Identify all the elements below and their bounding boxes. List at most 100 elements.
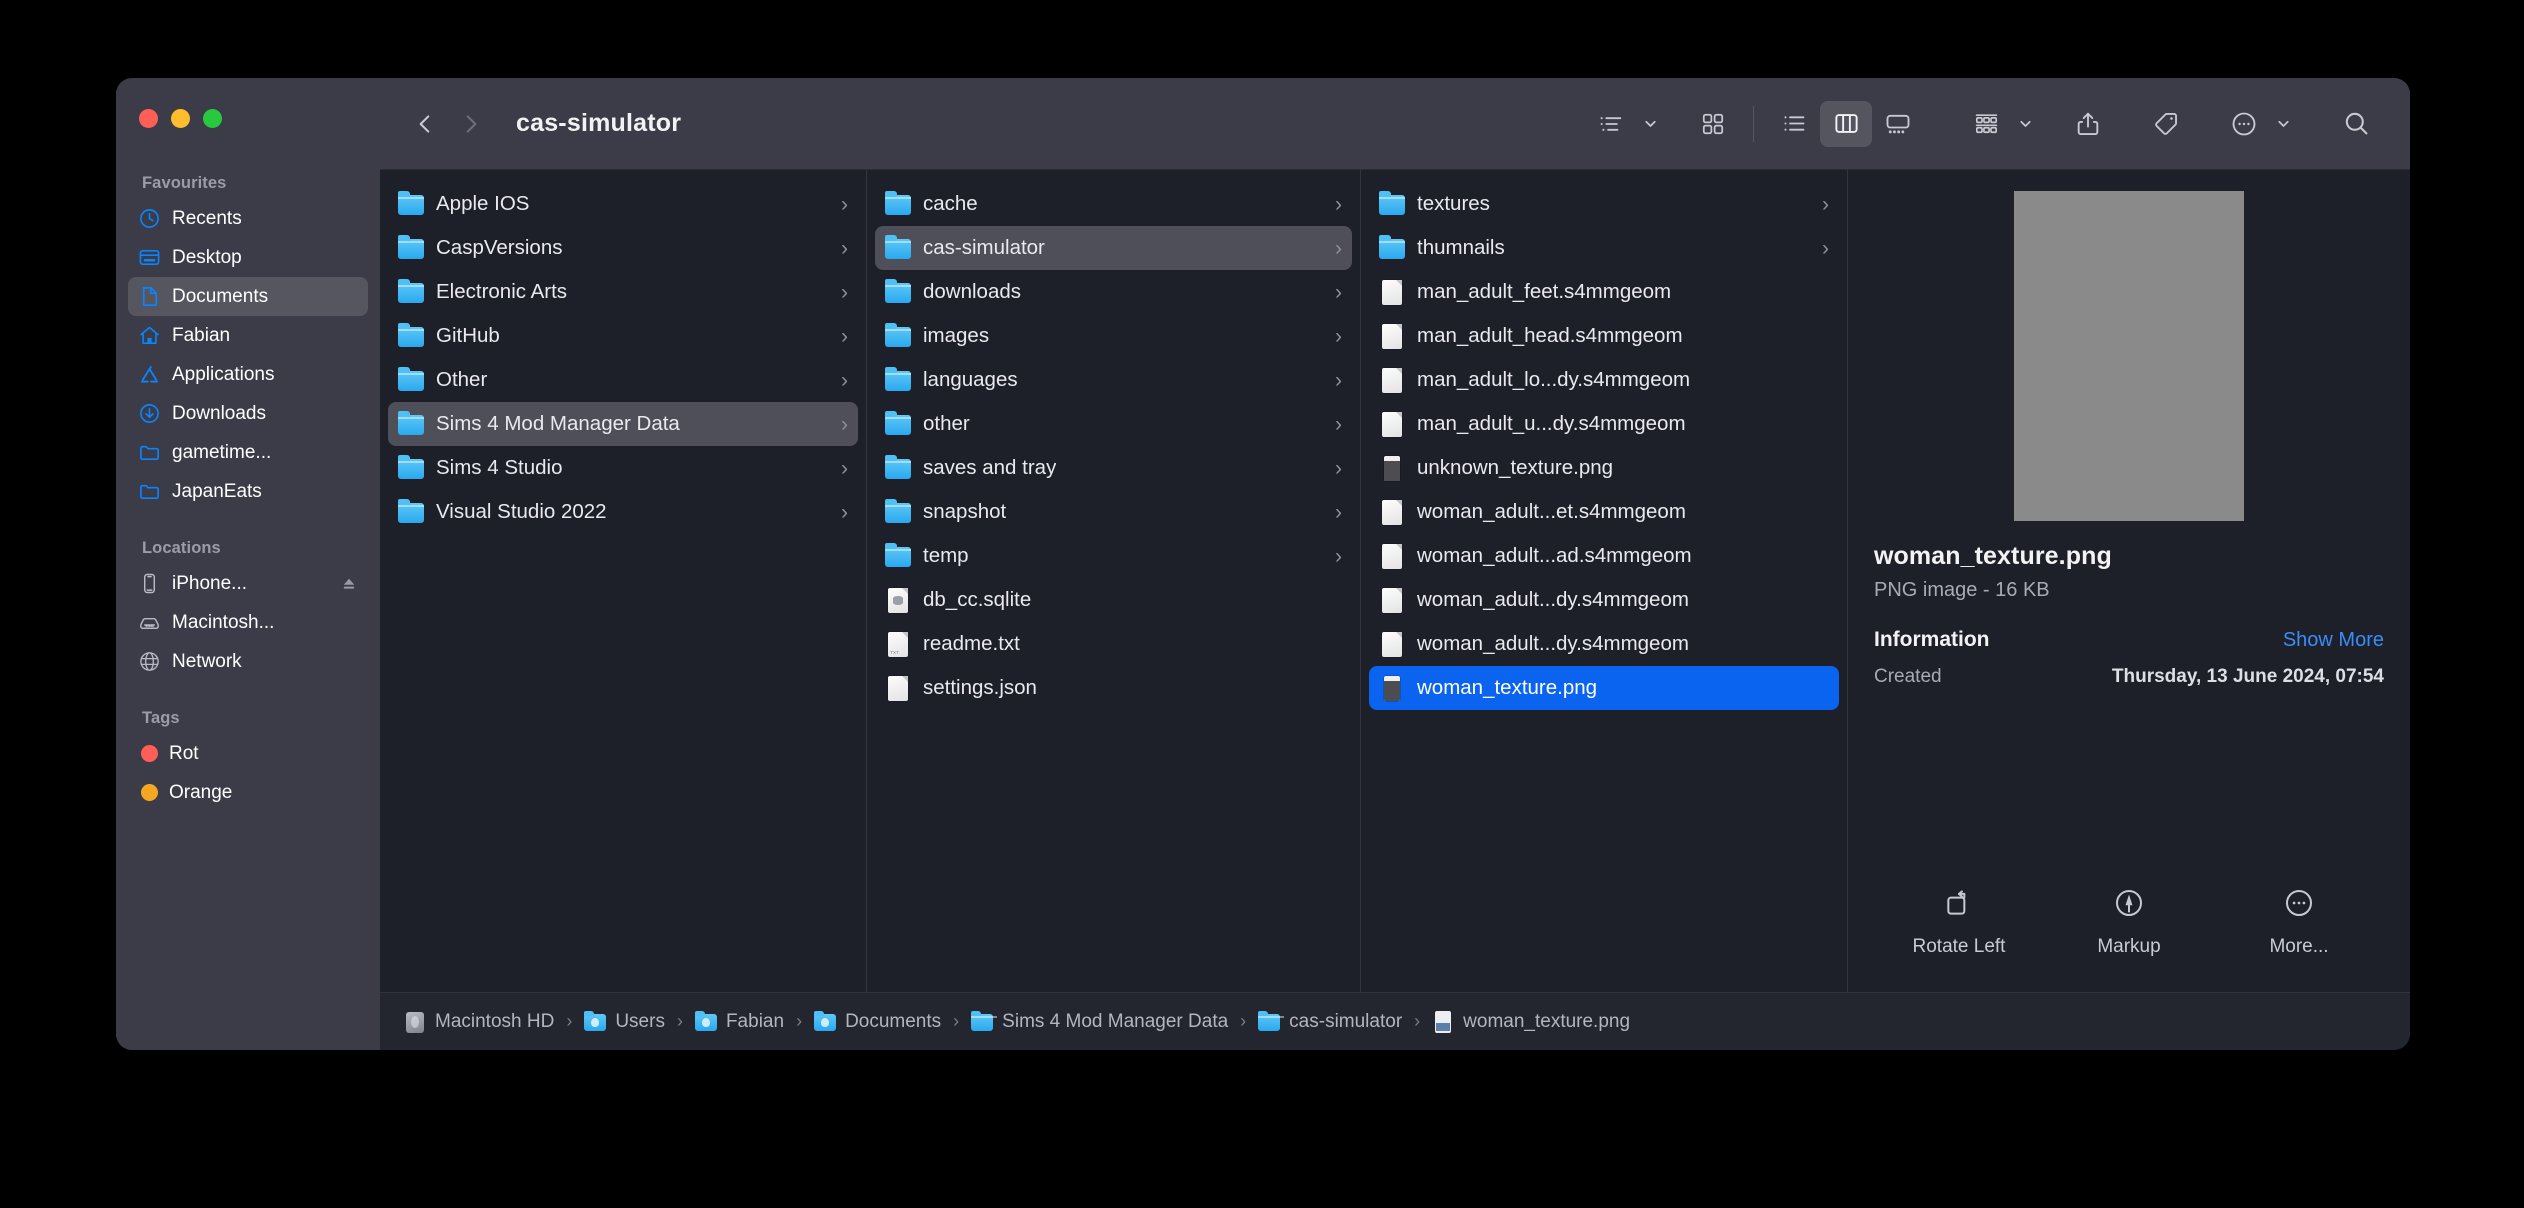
column-row[interactable]: saves and tray › xyxy=(875,446,1352,490)
column-row[interactable]: woman_adult...dy.s4mmgeom xyxy=(1369,578,1839,622)
disclosure-icon[interactable]: › xyxy=(1335,326,1342,347)
column-row[interactable]: CaspVersions › xyxy=(388,226,858,270)
breadcrumb-item-fabian[interactable]: Fabian xyxy=(694,1010,784,1033)
sidebar-item-network[interactable]: Network xyxy=(128,642,368,681)
markup-button[interactable]: Markup xyxy=(2054,887,2204,958)
column-row[interactable]: Electronic Arts › xyxy=(388,270,858,314)
disclosure-icon[interactable]: › xyxy=(1335,194,1342,215)
disclosure-icon[interactable]: › xyxy=(1822,238,1829,259)
disclosure-icon[interactable]: › xyxy=(841,282,848,303)
column-row[interactable]: man_adult_head.s4mmgeom xyxy=(1369,314,1839,358)
column-view-button[interactable] xyxy=(1820,100,1872,147)
tags-button[interactable] xyxy=(2140,101,2192,147)
zoom-button[interactable] xyxy=(203,109,222,128)
group-by-control[interactable] xyxy=(1585,101,1661,147)
breadcrumb-item-macintosh-hd[interactable]: Macintosh HD xyxy=(404,1011,554,1033)
column-row[interactable]: Apple IOS › xyxy=(388,182,858,226)
disclosure-icon[interactable]: › xyxy=(1822,194,1829,215)
column-row[interactable]: Visual Studio 2022 › xyxy=(388,490,858,534)
more-button[interactable]: More... xyxy=(2224,887,2374,958)
search-button[interactable] xyxy=(2330,101,2382,147)
disclosure-icon[interactable]: › xyxy=(841,194,848,215)
icon-view-button[interactable] xyxy=(1687,101,1739,147)
column-row[interactable]: woman_adult...ad.s4mmgeom xyxy=(1369,534,1839,578)
sidebar-item-desktop[interactable]: Desktop xyxy=(128,238,368,277)
chevron-down-icon[interactable] xyxy=(2272,101,2294,147)
column-row[interactable]: db_cc.sqlite xyxy=(875,578,1352,622)
column-row[interactable]: cache › xyxy=(875,182,1352,226)
sidebar-item-tag-rot[interactable]: Rot xyxy=(128,734,368,773)
column-row[interactable]: man_adult_u...dy.s4mmgeom xyxy=(1369,402,1839,446)
more-icon[interactable] xyxy=(2218,101,2270,147)
column-row[interactable]: other › xyxy=(875,402,1352,446)
disclosure-icon[interactable]: › xyxy=(841,502,848,523)
chevron-down-icon[interactable] xyxy=(1639,101,1661,147)
disclosure-icon[interactable]: › xyxy=(1335,414,1342,435)
sidebar-item-tag-orange[interactable]: Orange xyxy=(128,773,368,812)
disclosure-icon[interactable]: › xyxy=(1335,502,1342,523)
arrange-control[interactable] xyxy=(1960,101,2036,147)
column-row[interactable]: languages › xyxy=(875,358,1352,402)
column-row[interactable]: readme.txt xyxy=(875,622,1352,666)
arrange-icon[interactable] xyxy=(1960,101,2012,147)
disclosure-icon[interactable]: › xyxy=(841,326,848,347)
column-row[interactable]: textures › xyxy=(1369,182,1839,226)
column-row-selected[interactable]: cas-simulator › xyxy=(875,226,1352,270)
disclosure-icon[interactable]: › xyxy=(1335,238,1342,259)
column-row-selected[interactable]: Sims 4 Mod Manager Data › xyxy=(388,402,858,446)
disclosure-icon[interactable]: › xyxy=(841,414,848,435)
breadcrumb-item-users[interactable]: Users xyxy=(584,1010,665,1033)
gallery-view-button[interactable] xyxy=(1872,101,1924,147)
sidebar-item-iphone[interactable]: iPhone... xyxy=(128,564,368,603)
rotate-left-button[interactable]: Rotate Left xyxy=(1884,887,2034,958)
breadcrumb-item-cas-simulator[interactable]: cas-simulator xyxy=(1258,1010,1402,1033)
chevron-down-icon[interactable] xyxy=(2014,101,2036,147)
group-by-icon[interactable] xyxy=(1585,101,1637,147)
column-row[interactable]: thumnails › xyxy=(1369,226,1839,270)
disclosure-icon[interactable]: › xyxy=(1335,282,1342,303)
column-row[interactable]: Other › xyxy=(388,358,858,402)
column-row[interactable]: downloads › xyxy=(875,270,1352,314)
sidebar-item-recents[interactable]: Recents xyxy=(128,199,368,238)
column-row[interactable]: temp › xyxy=(875,534,1352,578)
column-row[interactable]: woman_adult...et.s4mmgeom xyxy=(1369,490,1839,534)
eject-icon[interactable] xyxy=(340,575,358,593)
disclosure-icon[interactable]: › xyxy=(841,238,848,259)
list-view-button[interactable] xyxy=(1768,101,1820,147)
column-row[interactable]: GitHub › xyxy=(388,314,858,358)
forward-button[interactable] xyxy=(448,101,494,147)
close-button[interactable] xyxy=(139,109,158,128)
column-row[interactable]: man_adult_feet.s4mmgeom xyxy=(1369,270,1839,314)
column-row[interactable]: man_adult_lo...dy.s4mmgeom xyxy=(1369,358,1839,402)
sidebar-item-documents[interactable]: Documents xyxy=(128,277,368,316)
show-more-link[interactable]: Show More xyxy=(2283,629,2384,652)
minimize-button[interactable] xyxy=(171,109,190,128)
disclosure-icon[interactable]: › xyxy=(1335,458,1342,479)
column-2[interactable]: cache › cas-simulator › downloads › images ›… xyxy=(867,170,1361,992)
column-row[interactable]: settings.json xyxy=(875,666,1352,710)
share-button[interactable] xyxy=(2062,101,2114,147)
column-1[interactable]: Apple IOS › CaspVersions › Electronic Arts… xyxy=(380,170,867,992)
sidebar-item-fabian[interactable]: Fabian xyxy=(128,316,368,355)
sidebar-item-macintosh-hd[interactable]: Macintosh... xyxy=(128,603,368,642)
disclosure-icon[interactable]: › xyxy=(1335,370,1342,391)
column-row[interactable]: woman_adult...dy.s4mmgeom xyxy=(1369,622,1839,666)
disclosure-icon[interactable]: › xyxy=(841,370,848,391)
sidebar-item-gametime[interactable]: gametime... xyxy=(128,433,368,472)
column-row[interactable]: images › xyxy=(875,314,1352,358)
sidebar-item-applications[interactable]: Applications xyxy=(128,355,368,394)
column-row[interactable]: unknown_texture.png xyxy=(1369,446,1839,490)
sidebar-item-japaneats[interactable]: JapanEats xyxy=(128,472,368,511)
sidebar-item-downloads[interactable]: Downloads xyxy=(128,394,368,433)
breadcrumb-item-sims4-mod-manager-data[interactable]: Sims 4 Mod Manager Data xyxy=(971,1010,1228,1033)
more-control[interactable] xyxy=(2218,101,2294,147)
breadcrumb-item-woman-texture-png[interactable]: woman_texture.png xyxy=(1432,1010,1630,1033)
breadcrumb-item-documents[interactable]: Documents xyxy=(814,1010,941,1033)
column-row[interactable]: snapshot › xyxy=(875,490,1352,534)
column-row-selected[interactable]: woman_texture.png xyxy=(1369,666,1839,710)
back-button[interactable] xyxy=(402,101,448,147)
disclosure-icon[interactable]: › xyxy=(1335,546,1342,567)
column-3[interactable]: textures › thumnails › man_adult_feet.s4mm… xyxy=(1361,170,1848,992)
disclosure-icon[interactable]: › xyxy=(841,458,848,479)
column-row[interactable]: Sims 4 Studio › xyxy=(388,446,858,490)
